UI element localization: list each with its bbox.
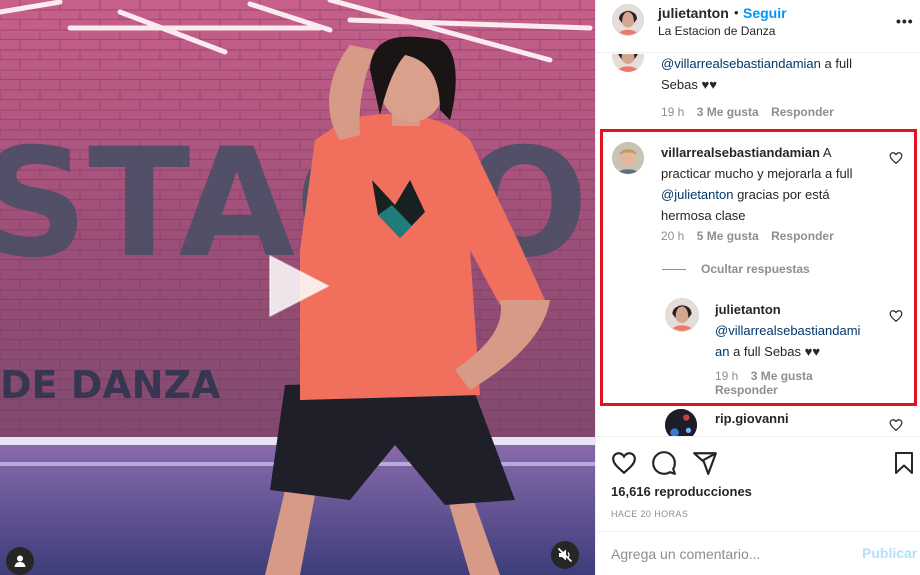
reply-likes[interactable]: 3 Me gusta	[751, 369, 813, 383]
more-horizontal-icon: •••	[896, 13, 914, 29]
like-comment-heart-icon[interactable]	[889, 418, 903, 432]
user-tag-icon	[14, 555, 26, 567]
reply-mention[interactable]: @villarrealsebastiandami	[715, 320, 885, 341]
comment-body: rip.giovanni	[715, 408, 885, 429]
post-media[interactable]: STACIO DE DANZA	[0, 0, 595, 575]
replies-divider	[662, 269, 686, 270]
post-location[interactable]: La Estacion de Danza	[658, 24, 775, 38]
user-tags-button[interactable]	[6, 547, 34, 575]
comment-likes[interactable]: 5 Me gusta	[697, 229, 759, 243]
reply-meta-line-2: Responder	[715, 383, 787, 397]
mute-toggle-button[interactable]	[551, 541, 579, 569]
post-timestamp[interactable]: HACE 20 HORAS	[611, 509, 688, 519]
comment-avatar[interactable]	[665, 409, 697, 436]
reply-body: julietanton @villarrealsebastiandami an …	[715, 299, 885, 362]
author-username[interactable]: julietanton	[658, 5, 729, 21]
comment-body: villarrealsebastiandamian A practicar mu…	[661, 142, 879, 226]
comment-time[interactable]: 20 h	[661, 229, 684, 243]
like-reply-heart-icon[interactable]	[889, 309, 903, 323]
reply-meta: 19 h 3 Me gusta	[715, 369, 875, 383]
post-comment-button[interactable]: Publicar	[862, 545, 917, 561]
reply-button[interactable]: Responder	[715, 383, 778, 397]
comment-mention[interactable]: @villarrealsebastiandamian	[661, 56, 821, 71]
comment-likes[interactable]: 3 Me gusta	[697, 105, 759, 119]
bookmark-icon[interactable]	[892, 450, 916, 476]
avatar-image	[612, 142, 644, 174]
reply-text: a full Sebas ♥♥	[729, 344, 821, 359]
comment-composer: Publicar	[596, 531, 920, 575]
avatar-image	[613, 5, 643, 35]
avatar-image	[665, 409, 697, 436]
play-icon	[269, 255, 329, 317]
reply-time[interactable]: 19 h	[715, 369, 738, 383]
reply-username[interactable]: julietanton	[715, 299, 885, 320]
avatar-image	[666, 299, 698, 331]
comment-icon[interactable]	[651, 450, 677, 476]
reply-button[interactable]: Responder	[771, 105, 834, 119]
comment-meta: 20 h 5 Me gusta Responder	[661, 229, 843, 243]
more-options-button[interactable]: •••	[896, 13, 914, 29]
author-avatar[interactable]	[612, 4, 644, 36]
comment-avatar[interactable]	[612, 54, 644, 72]
comment-username[interactable]: villarrealsebastiandamian	[661, 145, 820, 160]
post-details-panel: julietanton • Seguir La Estacion de Danz…	[595, 0, 920, 575]
comment-body: @villarrealsebastiandamian a full Sebas …	[661, 54, 876, 95]
reply-avatar[interactable]	[665, 298, 699, 332]
follow-button[interactable]: Seguir	[743, 5, 787, 21]
comment-mention[interactable]: @julietanton	[661, 187, 733, 202]
reply-mention-continued[interactable]: an	[715, 344, 729, 359]
comment-avatar[interactable]	[612, 142, 644, 174]
comment-username[interactable]: rip.giovanni	[715, 411, 789, 426]
comments-list[interactable]: @villarrealsebastiandamian a full Sebas …	[596, 54, 920, 436]
share-icon[interactable]	[692, 450, 718, 476]
view-count[interactable]: 16,616 reproducciones	[611, 484, 752, 499]
reply-button[interactable]: Responder	[771, 229, 834, 243]
avatar-image	[612, 54, 644, 72]
svg-text:DE DANZA: DE DANZA	[0, 363, 221, 407]
comment-input[interactable]	[611, 544, 851, 564]
comment-meta: 19 h 3 Me gusta Responder	[661, 105, 843, 119]
hide-replies-button[interactable]: Ocultar respuestas	[701, 262, 810, 276]
separator-dot: •	[734, 5, 739, 20]
comment-time[interactable]: 19 h	[661, 105, 684, 119]
play-button[interactable]	[262, 250, 334, 322]
muted-speaker-icon	[557, 547, 573, 563]
post-header: julietanton • Seguir La Estacion de Danz…	[596, 0, 920, 53]
post-actions: 16,616 reproducciones HACE 20 HORAS	[596, 436, 920, 532]
like-heart-icon[interactable]	[611, 450, 637, 476]
like-comment-heart-icon[interactable]	[889, 151, 903, 165]
